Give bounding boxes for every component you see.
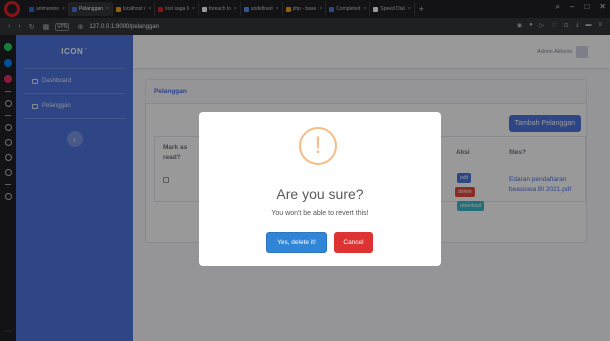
- dialog-title: Are you sure?: [276, 186, 364, 202]
- confirm-dialog: ! Are you sure? You won't be able to rev…: [199, 112, 441, 266]
- confirm-delete-button[interactable]: Yes, delete it!: [266, 232, 327, 253]
- dialog-text: You won't be able to revert this!: [271, 210, 369, 217]
- warning-icon: !: [299, 127, 337, 165]
- cancel-button[interactable]: Cancel: [334, 232, 373, 253]
